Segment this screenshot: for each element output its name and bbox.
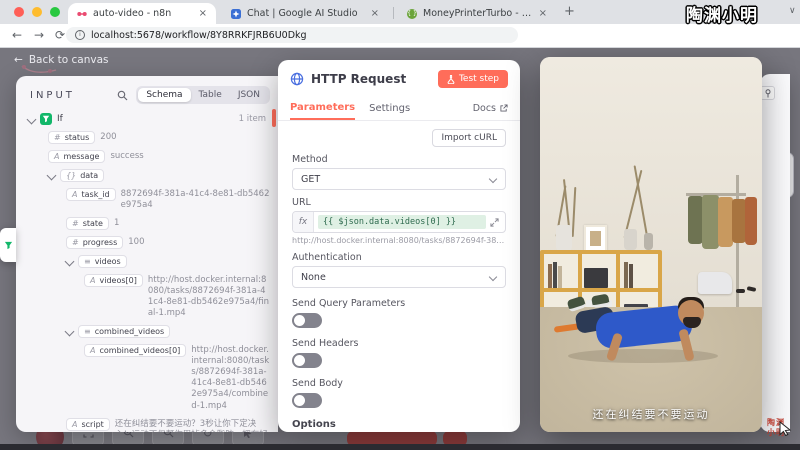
ndv-input-panel: INPUT Schema Table JSON If 1 item #statu… xyxy=(16,76,278,432)
url-text: localhost:5678/workflow/8Y8RRKFJRB6U0Dkg xyxy=(91,30,307,41)
tab-divider xyxy=(393,7,394,19)
tree-node-if[interactable]: If 1 item xyxy=(28,113,270,125)
schema-tree: If 1 item #status 200 Amessage success {… xyxy=(16,111,278,432)
browser-toolbar: ← → ⟳ i localhost:5678/workflow/8Y8RRKFJ… xyxy=(0,24,800,48)
tab-table[interactable]: Table xyxy=(191,88,230,102)
n8n-favicon xyxy=(77,9,87,19)
tab-ai-studio[interactable]: Chat | Google AI Studio × xyxy=(222,3,388,24)
auth-label: Authentication xyxy=(292,252,506,263)
display-mode-switcher: Schema Table JSON xyxy=(136,86,270,104)
chevron-down-icon[interactable] xyxy=(47,171,57,181)
mouse-cursor xyxy=(779,421,792,440)
tree-row[interactable]: {}data xyxy=(48,169,270,182)
tab-title: Chat | Google AI Studio xyxy=(247,8,365,19)
url-label: URL xyxy=(292,197,506,208)
docs-link[interactable]: Docs xyxy=(473,103,508,114)
maximize-window-button[interactable] xyxy=(50,7,60,17)
chevron-down-icon[interactable] xyxy=(65,257,75,267)
close-window-button[interactable] xyxy=(14,7,24,17)
video-preview-overlay[interactable]: 还在纠结要不要运动 xyxy=(540,57,762,432)
pin-data-icon[interactable] xyxy=(760,86,775,100)
tree-row[interactable]: ≡videos xyxy=(66,255,270,268)
tree-row[interactable]: #state 1 xyxy=(66,217,270,230)
browser-tab-strip: auto-video - n8n × Chat | Google AI Stud… xyxy=(0,0,800,24)
forward-icon[interactable]: → xyxy=(34,28,44,42)
input-panel-title: INPUT xyxy=(30,90,75,101)
close-tab-icon[interactable]: × xyxy=(539,8,547,19)
reload-icon[interactable]: ⟳ xyxy=(55,28,65,42)
chevron-down-icon[interactable] xyxy=(65,327,75,337)
tree-row[interactable]: #progress 100 xyxy=(66,236,270,249)
tab-schema[interactable]: Schema xyxy=(138,88,190,102)
back-arrow-icon: ← xyxy=(14,54,23,66)
tree-row[interactable]: Amessage success xyxy=(48,150,270,163)
node-tabs: Parameters Settings Docs xyxy=(278,96,520,121)
site-info-icon[interactable]: i xyxy=(75,30,85,40)
back-to-canvas-link[interactable]: ← Back to canvas xyxy=(14,54,109,66)
tab-search-chevron-icon[interactable]: ∨ xyxy=(789,6,796,16)
back-icon[interactable]: ← xyxy=(12,28,22,42)
test-step-button[interactable]: Test step xyxy=(438,70,508,88)
channel-watermark: 陶渊小明 xyxy=(686,1,758,26)
item-count: 1 item xyxy=(239,113,270,124)
flask-icon xyxy=(447,75,455,84)
send-headers-label: Send Headers xyxy=(292,338,506,349)
tab-title: MoneyPrinterTurbo - Swagg xyxy=(423,8,533,19)
address-bar[interactable]: i localhost:5678/workflow/8Y8RRKFJRB6U0D… xyxy=(66,27,518,43)
method-label: Method xyxy=(292,154,506,165)
tree-row[interactable]: Ascript 还在纠结要不要运动？3秒让你下定决心！运动不仅帮你甩掉多余脂肪、… xyxy=(66,418,270,432)
output-panel-edge xyxy=(760,74,790,432)
tab-n8n[interactable]: auto-video - n8n × xyxy=(68,3,216,24)
minimize-window-button[interactable] xyxy=(32,7,42,17)
tree-row[interactable]: #status 200 xyxy=(48,131,270,144)
url-expression-field[interactable]: fx {{ $json.data.videos[0] }} xyxy=(292,211,506,233)
node-title: HTTP Request xyxy=(311,72,406,86)
if-node-icon xyxy=(40,113,52,125)
tree-row[interactable]: Atask_id 8872694f-381a-41c4-8e81-db5462e… xyxy=(66,188,270,211)
video-subtitle: 还在纠结要不要运动 xyxy=(540,406,762,422)
globe-icon xyxy=(290,72,304,86)
tab-title: auto-video - n8n xyxy=(93,8,193,19)
video-scene: 还在纠结要不要运动 xyxy=(540,57,762,432)
send-query-label: Send Query Parameters xyxy=(292,298,506,309)
screen: auto-video - n8n × Chat | Google AI Stud… xyxy=(0,0,800,450)
close-tab-icon[interactable]: × xyxy=(199,8,207,19)
send-headers-toggle[interactable] xyxy=(292,353,322,368)
external-link-icon xyxy=(500,104,508,112)
send-body-label: Send Body xyxy=(292,378,506,389)
search-icon[interactable] xyxy=(117,90,128,101)
tab-settings[interactable]: Settings xyxy=(369,103,410,114)
tree-row[interactable]: ≡combined_videos xyxy=(66,325,270,338)
options-label: Options xyxy=(292,419,506,432)
auth-select[interactable]: None xyxy=(292,266,506,288)
tab-json[interactable]: JSON xyxy=(230,88,268,102)
tab-parameters[interactable]: Parameters xyxy=(290,96,355,120)
import-curl-button[interactable]: Import cURL xyxy=(432,129,506,147)
tree-row[interactable]: Avideos[0] http://host.docker.internal:8… xyxy=(84,274,270,319)
if-node-side-tab[interactable] xyxy=(0,228,16,262)
panel-drag-handle[interactable] xyxy=(272,109,276,127)
ai-studio-favicon xyxy=(231,9,241,19)
send-query-toggle[interactable] xyxy=(292,313,322,328)
swagger-favicon: { } xyxy=(407,9,417,19)
fx-icon: fx xyxy=(293,212,314,232)
new-tab-button[interactable]: + xyxy=(564,4,575,19)
url-expression[interactable]: {{ $json.data.videos[0] }} xyxy=(318,215,486,229)
player-bottom-bar xyxy=(0,444,800,450)
send-body-toggle[interactable] xyxy=(292,393,322,408)
tree-row[interactable]: Acombined_videos[0] http://host.docker.i… xyxy=(84,344,270,411)
close-tab-icon[interactable]: × xyxy=(371,8,379,19)
method-select[interactable]: GET xyxy=(292,168,506,190)
resolved-url-preview: http://host.docker.internal:8080/tasks/8… xyxy=(292,236,506,245)
expand-expression-icon[interactable] xyxy=(490,218,499,227)
chevron-down-icon[interactable] xyxy=(27,115,37,125)
http-request-panel: HTTP Request Test step Parameters Settin… xyxy=(278,60,520,432)
tab-moneyprinter[interactable]: { } MoneyPrinterTurbo - Swagg × xyxy=(398,3,556,24)
